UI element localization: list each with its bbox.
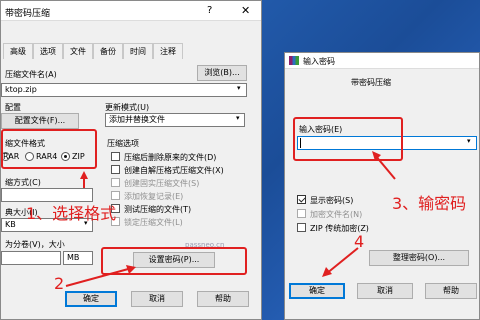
browse-button[interactable]: 浏览(B)... bbox=[197, 65, 247, 81]
password-help-button[interactable]: 帮助 bbox=[425, 283, 477, 299]
help-button[interactable]: 帮助 bbox=[197, 291, 249, 307]
password-dialog-title: 输入密码 bbox=[303, 57, 335, 66]
delete-after-checkbox[interactable] bbox=[111, 152, 120, 161]
tab-options[interactable]: 选项 bbox=[33, 43, 63, 59]
lock-archive-label: 锁定压缩文件(L) bbox=[124, 218, 183, 227]
archive-name-label: 压缩文件名(A) bbox=[5, 70, 57, 79]
archive-dialog-title: 带密码压缩 bbox=[5, 9, 51, 19]
tab-files[interactable]: 文件 bbox=[63, 43, 93, 59]
tab-backup[interactable]: 备份 bbox=[93, 43, 123, 59]
password-dialog: 输入密码 带密码压缩 输入密码(E) ▾ 显示密码(S) 加密文件名(N) ZI… bbox=[284, 52, 480, 320]
profiles-button[interactable]: 配置文件(F)... bbox=[1, 113, 79, 129]
tab-advanced[interactable]: 高级 bbox=[3, 43, 33, 59]
encrypt-names-label: 加密文件名(N) bbox=[310, 210, 363, 219]
show-password-checkbox[interactable] bbox=[297, 195, 306, 204]
recovery-record-label: 添加恢复记录(E) bbox=[124, 192, 184, 201]
compression-options-label: 压缩选项 bbox=[107, 139, 139, 148]
encrypt-names-checkbox[interactable] bbox=[297, 209, 306, 218]
sfx-label: 创建自解压格式压缩文件(X) bbox=[124, 166, 224, 175]
update-mode-label: 更新模式(U) bbox=[105, 103, 150, 112]
ok-button[interactable]: 确定 bbox=[65, 291, 117, 307]
step3-arrow bbox=[372, 151, 396, 180]
solid-checkbox[interactable] bbox=[111, 178, 120, 187]
test-files-label: 测试压缩的文件(T) bbox=[124, 205, 192, 214]
step2-arrow bbox=[65, 265, 136, 287]
step3-annotation: 3、输密码 bbox=[392, 194, 467, 213]
chevron-down-icon[interactable]: ▾ bbox=[237, 84, 241, 92]
help-icon[interactable]: ? bbox=[207, 5, 212, 16]
password-ok-button[interactable]: 确定 bbox=[289, 283, 345, 299]
step1-annotation: 1、选择格式 bbox=[26, 204, 117, 223]
tab-time[interactable]: 时间 bbox=[123, 43, 153, 59]
password-dialog-header: 带密码压缩 bbox=[351, 78, 391, 87]
chevron-down-icon[interactable]: ▾ bbox=[467, 137, 471, 145]
split-volumes-label: 为分卷(V)，大小 bbox=[5, 240, 65, 249]
split-size-input[interactable] bbox=[1, 251, 61, 265]
solid-label: 创建固实压缩文件(S) bbox=[124, 179, 200, 188]
profile-label: 配置 bbox=[5, 103, 21, 112]
show-password-label: 显示密码(S) bbox=[310, 196, 354, 205]
delete-after-label: 压缩后删除原来的文件(D) bbox=[124, 153, 217, 162]
tab-comment[interactable]: 注释 bbox=[153, 43, 183, 59]
close-icon[interactable]: ✕ bbox=[241, 4, 250, 17]
zip-legacy-checkbox[interactable] bbox=[297, 223, 306, 232]
winrar-logo-icon bbox=[289, 56, 299, 65]
update-mode-select[interactable]: 添加并替换文件 bbox=[105, 113, 245, 127]
organize-passwords-button[interactable]: 整理密码(O)... bbox=[369, 250, 469, 266]
archive-name-field[interactable]: ktop.zip bbox=[1, 83, 247, 97]
format-highlight-box bbox=[1, 129, 97, 169]
archive-dialog-titlebar: 带密码压缩 ? ✕ bbox=[1, 1, 261, 21]
password-cancel-button[interactable]: 取消 bbox=[357, 283, 413, 299]
recovery-record-checkbox[interactable] bbox=[111, 191, 120, 200]
compression-method-label: 缩方式(C) bbox=[5, 178, 41, 187]
chevron-down-icon[interactable]: ▾ bbox=[236, 114, 240, 122]
sfx-checkbox[interactable] bbox=[111, 165, 120, 174]
cancel-button[interactable]: 取消 bbox=[131, 291, 183, 307]
password-dialog-titlebar: 输入密码 bbox=[285, 53, 479, 69]
step4-arrow bbox=[322, 247, 359, 277]
